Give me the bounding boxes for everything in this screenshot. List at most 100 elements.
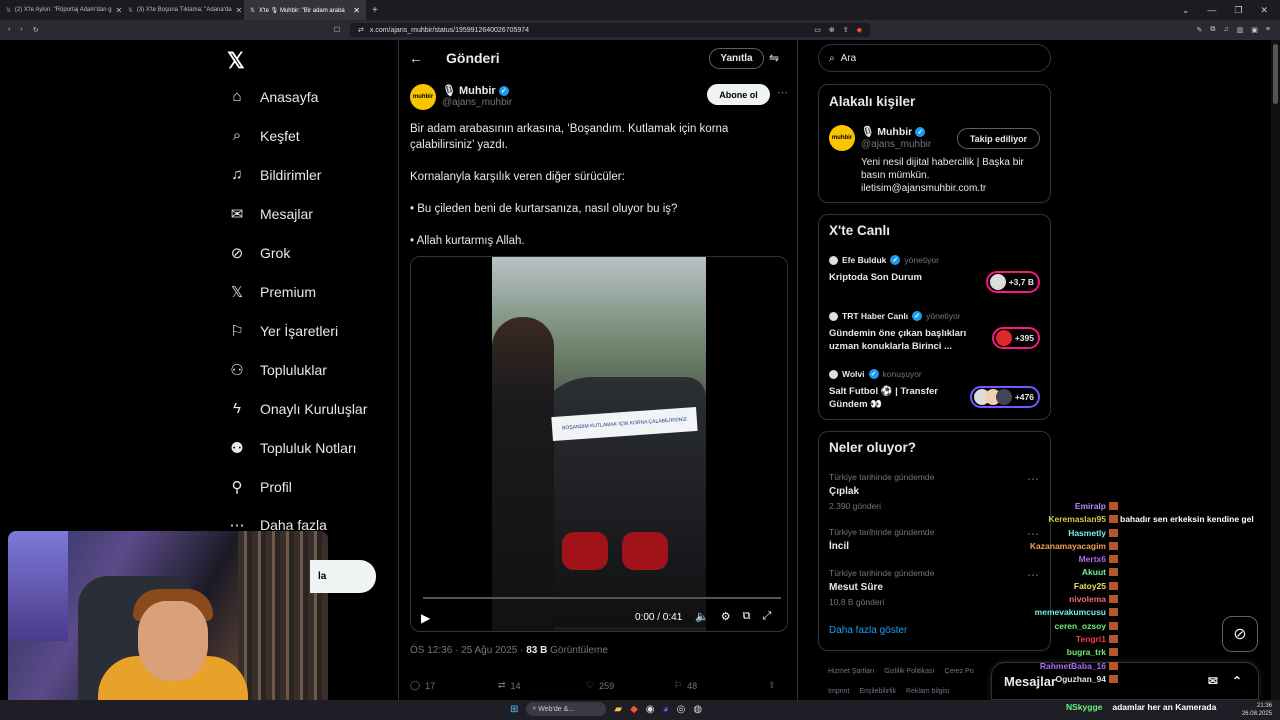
live-listeners-pill[interactable]: +476 [969,386,1040,408]
tweet-author-name[interactable]: 🎙 Muhbir ✓ [442,84,509,97]
tab-search-icon[interactable]: ⌄ [1182,5,1190,16]
folder-icon[interactable]: ▰ [614,704,622,715]
like-action[interactable]: ♡ 259 [586,680,674,691]
related-name[interactable]: 🎙 Muhbir ✓ [861,125,926,138]
system-clock[interactable]: 21:36 26.08.2025 [1242,702,1272,718]
app-icon[interactable]: ◍ [693,704,702,715]
nav-messages[interactable]: ✉ Mesajlar [228,205,313,223]
settings-icon[interactable]: ⚙ [721,610,731,623]
live-listeners-pill[interactable]: +3,7 B [985,271,1040,293]
taskbar-search[interactable]: ⌕ Web'de &... [526,702,607,716]
search-input[interactable]: ⌕ Ara [818,44,1051,72]
url-field[interactable]: ⇄ x.com/ajans_muhbir/status/195991264002… [350,23,870,37]
scrollbar-thumb[interactable] [1273,44,1278,104]
brave-icon[interactable]: ◆ [630,704,638,715]
nav-home[interactable]: ⌂ Anasayfa [228,88,318,105]
play-icon[interactable]: ▶ [421,611,430,625]
new-tab-icon[interactable]: + [366,5,384,16]
close-tab-icon[interactable]: ✕ [236,6,243,15]
nav-premium[interactable]: 𝕏 Premium [228,283,316,301]
repost-action[interactable]: ⇄ 14 [498,680,586,691]
minimize-icon[interactable]: — [1207,5,1216,16]
maximize-icon[interactable]: ❐ [1234,5,1242,16]
show-more-link[interactable]: Daha fazla göster [829,625,907,636]
reply-action[interactable]: ◯ 17 [410,680,498,691]
video-progress-bar[interactable] [423,597,781,599]
bookmark-action[interactable]: ⚐ 48 [674,680,762,691]
browser-tab-1[interactable]: 𝕏 (2) X'te Aylon: "Röportaj Adam'dan g ✕ [0,0,122,20]
media-icon[interactable]: ♫ [1223,26,1228,34]
stream-chat-overlay: Emiralp Keremaslan95 bahadır sen erkeksin … [1000,500,1280,686]
nav-notifications[interactable]: ♫ Bildirimler [228,166,321,183]
related-handle[interactable]: @ajans_muhbir [861,139,931,150]
back-icon[interactable]: ‹ [8,26,10,34]
nav-profile[interactable]: ⚲ Profil [228,478,292,496]
live-item[interactable]: Wolvi ✓ konuşuyor Salt Futbol ⚽ | Transfer… [829,369,969,411]
menu-icon[interactable]: ≡ [1266,26,1270,34]
nav-verified-orgs[interactable]: ϟ Onaylı Kuruluşlar [228,400,367,417]
x-home-logo[interactable]: 𝕏 [227,48,245,74]
reply-button[interactable]: Yanıtla [709,48,764,69]
volume-icon[interactable]: 🔈 [695,610,709,623]
nav-grok[interactable]: ⊘ Grok [228,244,291,262]
more-options-icon[interactable]: ⋯ [777,86,788,99]
reload-icon[interactable]: ↻ [33,26,39,34]
author-handle[interactable]: @ajans_muhbir [442,97,512,108]
site-info-icon[interactable]: ⇄ [358,26,364,34]
live-listeners-pill[interactable]: +395 [991,327,1040,349]
chat-badge-icon [1109,581,1118,590]
nav-label: Keşfet [260,127,300,144]
live-item[interactable]: TRT Haber Canlı ✓ yönetiyor Gündemin öne ç… [829,311,969,353]
footer-link[interactable]: Imprint [828,688,849,695]
sidebar-icon[interactable]: ▥ [1237,26,1244,34]
footer-link[interactable]: Hizmet Şartları [828,668,874,675]
extension-icon[interactable]: ✎ [1197,26,1203,34]
taskbar-icons: ⊞ ⌕ Web'de &... ▰ ◆ ◉ ◕ ◎ ◍ [510,702,702,716]
chat-user: NSkygge [1066,702,1103,712]
avatar[interactable]: muhbir [829,125,855,151]
browser-tab-2[interactable]: 𝕏 (3) X'te Boşuna Tıklama: "Adana'da ✕ [122,0,244,20]
video-time: 0:00 / 0:41 [635,612,683,623]
live-item[interactable]: Efe Bulduk ✓ yönetiyor Kriptoda Son Durum [829,255,969,284]
nav-explore[interactable]: ⌕ Keşfet [228,127,300,144]
discord-icon[interactable]: ◕ [663,704,669,715]
following-button[interactable]: Takip ediliyor [957,128,1040,149]
footer-link[interactable]: Gizlilik Politikası [884,668,934,675]
share-action[interactable]: ⇪ [768,680,788,691]
page-title: Gönderi [446,50,500,66]
share-icon[interactable]: ⇪ [843,26,849,34]
nav-communities[interactable]: ⚇ Topluluklar [228,361,327,379]
bookmark-icon[interactable]: ☐ [334,26,340,34]
pip-icon[interactable]: ⧉ [743,610,751,623]
footer-link[interactable]: Reklam bilgisi [906,688,949,695]
tweet-timestamp[interactable]: ÖS 12:36 · 25 Ağu 2025 · [410,645,523,656]
subscribe-button[interactable]: Abone ol [707,84,770,105]
verified-badge-icon: ✓ [498,85,509,96]
close-window-icon[interactable]: ✕ [1260,5,1268,16]
filter-icon[interactable]: ⇋ [769,51,779,65]
post-button-partial[interactable]: la [310,560,376,593]
install-icon[interactable]: ▭ [814,26,821,34]
fullscreen-icon[interactable]: ⤢ [762,610,771,623]
chat-message: bahadır sen erkeksin kendine gel [1120,514,1254,525]
home-icon: ⌂ [232,88,242,105]
puzzle-icon[interactable]: ⧉ [1210,26,1215,34]
app-icon[interactable]: ◎ [677,704,686,715]
nav-bookmarks[interactable]: ⚐ Yer İşaretleri [228,322,338,340]
browser-tab-3[interactable]: 𝕏 X'te 🎙 Muhbir: "Bir adam araba ✕ [244,0,366,20]
steam-icon[interactable]: ◉ [646,704,655,715]
video-frame[interactable]: BOŞANDIM KUTLAMAK İÇİN KORNA ÇALABİLİRSİ… [492,257,706,631]
more-icon[interactable]: ⋯ [1027,472,1039,486]
back-arrow-icon[interactable]: ← [409,50,423,66]
footer-link[interactable]: Çerez Po [944,668,973,675]
avatar[interactable]: muhbir [410,84,436,110]
wallet-icon[interactable]: ▣ [1251,26,1258,34]
close-tab-icon[interactable]: ✕ [353,6,360,15]
nav-community-notes[interactable]: ⚉ Topluluk Notları [228,439,356,457]
tweet-video[interactable]: BOŞANDIM KUTLAMAK İÇİN KORNA ÇALABİLİRSİ… [410,256,788,632]
brave-shield-icon[interactable]: ◆ [857,26,862,34]
windows-start-icon[interactable]: ⊞ [510,704,518,715]
zoom-icon[interactable]: ⊕ [829,26,835,34]
forward-icon[interactable]: › [20,26,22,34]
footer-link[interactable]: Erişilebilirlik [859,688,896,695]
